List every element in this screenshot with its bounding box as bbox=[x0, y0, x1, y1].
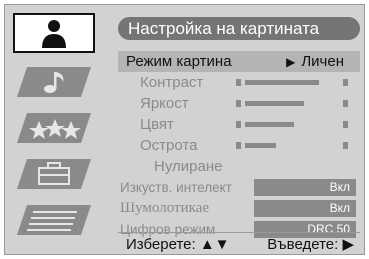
menu-item-contrast[interactable]: Контраст bbox=[118, 72, 360, 93]
menu-item-brightness[interactable]: Яркост bbox=[118, 93, 360, 114]
menu-item-label: Яркост bbox=[140, 95, 189, 112]
menu-item-label: Цвят bbox=[140, 116, 174, 133]
tab-picture[interactable] bbox=[13, 13, 95, 53]
option-value-box: Вкл bbox=[254, 200, 356, 217]
tab-sound[interactable] bbox=[17, 65, 91, 99]
slider-fill bbox=[245, 80, 319, 85]
option-value-box: Вкл bbox=[254, 179, 356, 196]
tab-features[interactable] bbox=[17, 111, 91, 145]
slider-bar[interactable] bbox=[236, 142, 348, 149]
slider-bar[interactable] bbox=[236, 79, 348, 86]
menu-item-reset[interactable]: Нулиране bbox=[118, 156, 360, 177]
footer-divider bbox=[118, 232, 360, 233]
menu-item-label: Режим картина bbox=[126, 53, 232, 70]
menu-item-noise-reduction[interactable]: Шумолотикае Вкл bbox=[118, 198, 360, 219]
sidebar bbox=[5, 5, 113, 254]
menu-item-label: Изкуств. интелект bbox=[120, 180, 232, 195]
tab-info[interactable] bbox=[17, 203, 91, 237]
slider-fill bbox=[245, 122, 295, 127]
menu-item-label: Шумолотикае bbox=[120, 200, 209, 216]
document-list-icon bbox=[17, 205, 91, 235]
footer-hints: Изберете: ▲▼ Въведете: ▶ bbox=[118, 235, 360, 255]
tab-setup[interactable] bbox=[17, 157, 91, 191]
select-hint: Изберете: ▲▼ bbox=[126, 236, 230, 253]
menu-title: Настройка на картината bbox=[118, 17, 360, 40]
menu-list: Режим картина ▶ Личен Контраст Яркост Цвя… bbox=[118, 51, 360, 240]
menu-item-label: Контраст bbox=[140, 74, 204, 91]
arrow-right-icon: ▶ bbox=[286, 55, 296, 69]
toolbox-icon bbox=[17, 159, 91, 189]
menu-item-ai[interactable]: Изкуств. интелект Вкл bbox=[118, 177, 360, 198]
slider-bar[interactable] bbox=[236, 121, 348, 128]
menu-item-picture-mode[interactable]: Режим картина ▶ Личен bbox=[118, 51, 360, 72]
slider-fill bbox=[245, 101, 305, 106]
music-note-icon bbox=[17, 67, 91, 97]
menu-item-sharpness[interactable]: Острота bbox=[118, 135, 360, 156]
menu-item-label: Нулиране bbox=[154, 158, 223, 175]
settings-panel: Настройка на картината Режим картина ▶ Ли… bbox=[4, 4, 365, 255]
menu-item-color[interactable]: Цвят bbox=[118, 114, 360, 135]
enter-hint: Въведете: ▶ bbox=[267, 236, 354, 253]
slider-bar[interactable] bbox=[236, 100, 348, 107]
slider-fill bbox=[245, 143, 277, 148]
person-icon bbox=[42, 20, 66, 48]
stars-icon bbox=[17, 113, 91, 143]
menu-item-value: ▶ Личен bbox=[286, 53, 344, 70]
menu-item-label: Острота bbox=[140, 137, 198, 154]
